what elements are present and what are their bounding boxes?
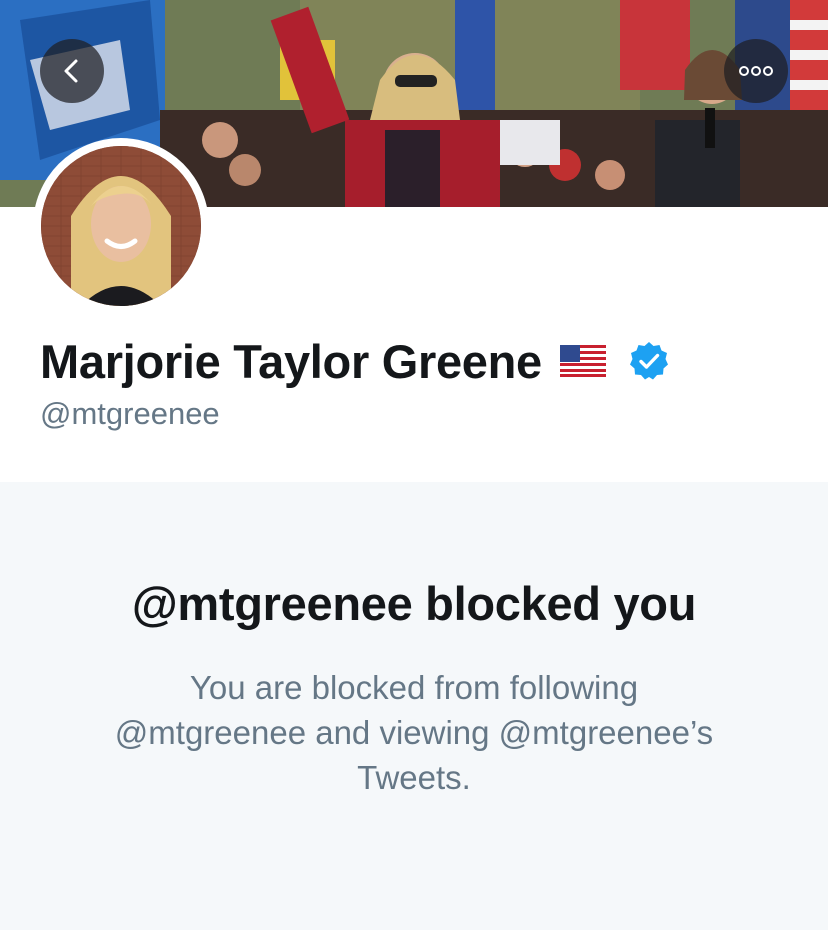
profile-name: Marjorie Taylor Greene [40, 334, 542, 388]
more-options-button[interactable] [724, 39, 788, 103]
profile-handle: @mtgreenee [40, 396, 220, 431]
blocked-title: @mtgreenee blocked you [131, 577, 697, 630]
back-button[interactable] [40, 39, 104, 103]
blocked-description: You are blocked from following @mtgreene… [114, 669, 714, 796]
verified-badge-icon [628, 340, 670, 382]
avatar-photo [41, 146, 201, 306]
us-flag-icon [559, 345, 606, 377]
more-dots-icon [739, 66, 773, 76]
avatar[interactable] [41, 146, 201, 306]
chevron-left-icon [64, 59, 78, 83]
profile-name-row: Marjorie Taylor Greene [40, 330, 670, 392]
